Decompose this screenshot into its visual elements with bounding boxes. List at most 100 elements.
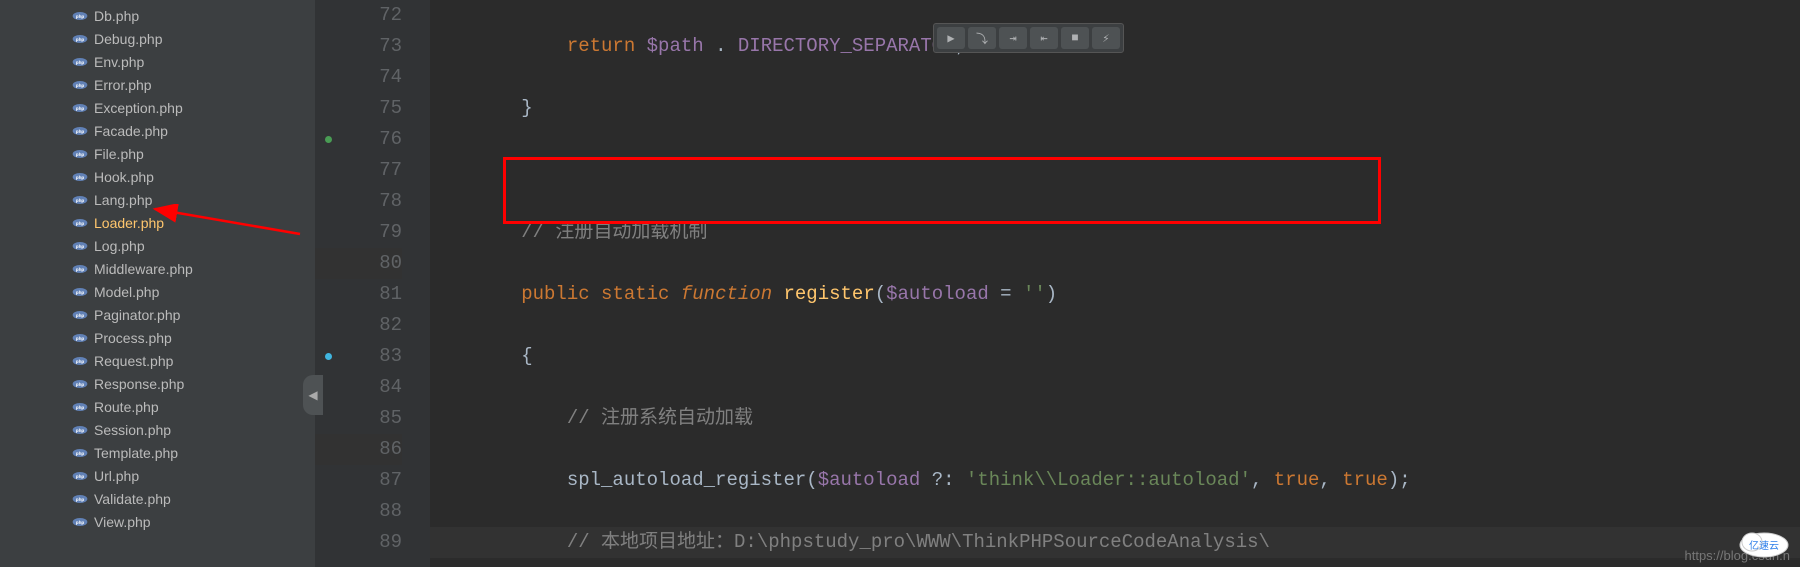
code-editor[interactable]: 72 73 74 75 76 77 78 79 80 81 82 83 84 8… (315, 0, 1800, 567)
file-name-label: Debug.php (94, 31, 163, 47)
line-number: 75 (315, 93, 402, 124)
svg-text:php: php (76, 106, 85, 111)
debug-evaluate-button[interactable]: ⚡ (1092, 27, 1120, 49)
line-number: 81 (315, 279, 402, 310)
file-name-label: Validate.php (94, 491, 171, 507)
file-name-label: Response.php (94, 376, 184, 392)
line-number: 86 (315, 434, 402, 465)
file-name-label: Route.php (94, 399, 159, 415)
line-number: 79 (315, 217, 402, 248)
file-name-label: Process.php (94, 330, 172, 346)
file-tree-item[interactable]: php File.php (0, 142, 315, 165)
debug-stop-button[interactable]: ■ (1061, 27, 1089, 49)
line-gutter: 72 73 74 75 76 77 78 79 80 81 82 83 84 8… (315, 0, 430, 567)
file-name-label: Error.php (94, 77, 152, 93)
line-number: 87 (315, 465, 402, 496)
file-tree-item[interactable]: php Debug.php (0, 27, 315, 50)
file-tree-item[interactable]: phpMiddleware.php (0, 257, 315, 280)
file-tree-item[interactable]: php Lang.php (0, 188, 315, 211)
file-tree-item[interactable]: php Response.php (0, 372, 315, 395)
svg-text:php: php (76, 359, 85, 364)
file-tree-item[interactable]: php Request.php (0, 349, 315, 372)
file-tree: php Db.php php Debug.php php Env.php php Error.… (0, 0, 315, 567)
file-name-label: Db.php (94, 8, 139, 24)
file-tree-item[interactable]: php Paginator.php (0, 303, 315, 326)
file-tree-item[interactable]: php Route.php (0, 395, 315, 418)
file-name-label: Hook.php (94, 169, 154, 185)
svg-text:php: php (76, 175, 85, 180)
file-tree-item[interactable]: php Error.php (0, 73, 315, 96)
file-tree-item[interactable]: php Hook.php (0, 165, 315, 188)
sidebar-collapse-button[interactable]: ◀ (303, 375, 323, 415)
gutter-marker-icon (325, 353, 332, 360)
line-number: 74 (315, 62, 402, 93)
line-number: 73 (315, 31, 402, 62)
file-name-label: Facade.php (94, 123, 168, 139)
file-name-label: Lang.php (94, 192, 152, 208)
file-tree-item[interactable]: php Url.php (0, 464, 315, 487)
debug-step-out-button[interactable]: ⇤ (1030, 27, 1058, 49)
file-name-label: Loader.php (94, 215, 164, 231)
line-number: 78 (315, 186, 402, 217)
file-tree-item[interactable]: phpModel.php (0, 280, 315, 303)
svg-text:php: php (76, 313, 85, 318)
file-tree-item[interactable]: phpView.php (0, 510, 315, 533)
file-name-label: Exception.php (94, 100, 183, 116)
svg-text:php: php (76, 244, 85, 249)
file-tree-item[interactable]: phpTemplate.php (0, 441, 315, 464)
code-area[interactable]: return $path . DIRECTORY_SEPARATOR; } //… (430, 0, 1800, 567)
debug-step-over-button[interactable]: ⤵ (968, 27, 996, 49)
file-name-label: Env.php (94, 54, 144, 70)
stop-icon: ■ (1071, 31, 1078, 45)
line-number: 83 (315, 341, 402, 372)
bolt-icon: ⚡ (1102, 31, 1109, 46)
file-name-label: Url.php (94, 468, 139, 484)
svg-text:php: php (76, 290, 85, 295)
file-name-label: Request.php (94, 353, 173, 369)
svg-text:php: php (76, 221, 85, 226)
file-tree-item[interactable]: php Db.php (0, 4, 315, 27)
svg-text:php: php (76, 451, 85, 456)
line-number: 76 (315, 124, 402, 155)
svg-text:php: php (76, 474, 85, 479)
file-tree-item[interactable]: php Process.php (0, 326, 315, 349)
svg-text:php: php (76, 336, 85, 341)
debug-toolbar: ▶ ⤵ ⇥ ⇤ ■ ⚡ (933, 23, 1124, 53)
file-tree-item[interactable]: phpFacade.php (0, 119, 315, 142)
svg-text:php: php (76, 37, 85, 42)
file-name-label: File.php (94, 146, 144, 162)
gutter-marker-icon (325, 136, 332, 143)
play-icon: ▶ (947, 31, 954, 46)
file-tree-item[interactable]: php Exception.php (0, 96, 315, 119)
svg-text:php: php (76, 60, 85, 65)
svg-text:php: php (76, 198, 85, 203)
file-tree-item[interactable]: php Loader.php (0, 211, 315, 234)
line-number: 77 (315, 155, 402, 186)
step-into-icon: ⇥ (1009, 31, 1016, 46)
svg-text:php: php (76, 83, 85, 88)
line-number: 80 (315, 248, 402, 279)
file-name-label: Log.php (94, 238, 145, 254)
svg-text:php: php (76, 405, 85, 410)
line-number: 88 (315, 496, 402, 527)
file-tree-item[interactable]: phpSession.php (0, 418, 315, 441)
file-tree-item[interactable]: php Env.php (0, 50, 315, 73)
step-over-icon: ⤵ (976, 30, 988, 47)
svg-text:php: php (76, 267, 85, 272)
file-name-label: View.php (94, 514, 151, 530)
debug-step-into-button[interactable]: ⇥ (999, 27, 1027, 49)
chevron-left-icon: ◀ (308, 388, 317, 402)
svg-text:php: php (76, 382, 85, 387)
svg-text:php: php (76, 152, 85, 157)
file-tree-item[interactable]: php Log.php (0, 234, 315, 257)
debug-resume-button[interactable]: ▶ (937, 27, 965, 49)
line-number: 89 (315, 527, 402, 558)
svg-text:php: php (76, 14, 85, 19)
file-name-label: Paginator.php (94, 307, 180, 323)
line-number: 85 (315, 403, 402, 434)
line-number: 84 (315, 372, 402, 403)
file-tree-item[interactable]: php Validate.php (0, 487, 315, 510)
brand-logo-icon: 亿速云 (1734, 525, 1794, 560)
svg-text:php: php (76, 428, 85, 433)
svg-text:php: php (76, 497, 85, 502)
